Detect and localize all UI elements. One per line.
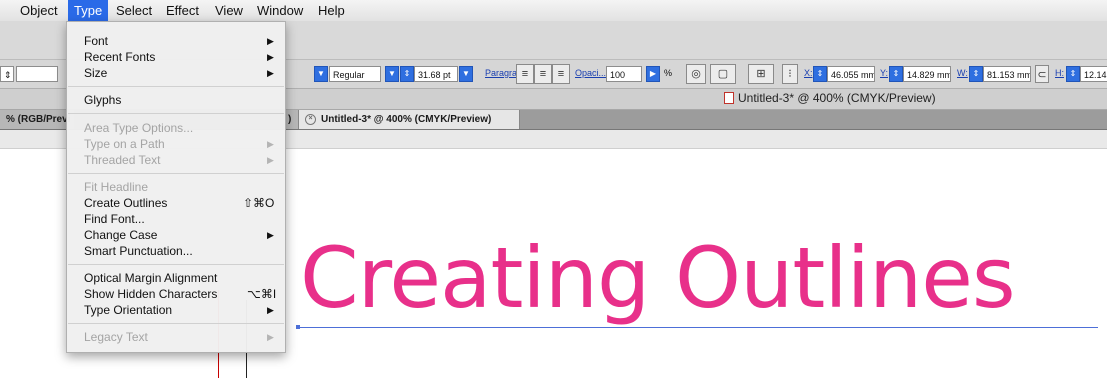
chevron-right-icon: ▶ <box>267 139 274 149</box>
menu-item-fit-headline: Fit Headline <box>84 180 149 194</box>
y-stepper[interactable]: ⇕ <box>889 66 903 82</box>
tab-hidden-document[interactable]: ) <box>286 110 298 129</box>
text-anchor-point[interactable] <box>296 325 300 329</box>
tab-untitled-3-label: Untitled-3* @ 400% (CMYK/Preview) <box>321 114 492 125</box>
font-style-dropdown-button[interactable]: ▼ <box>385 66 399 82</box>
document-file-icon <box>724 92 734 104</box>
menu-separator <box>68 113 284 114</box>
w-stepper[interactable]: ⇕ <box>969 66 983 82</box>
menu-separator <box>68 173 284 174</box>
type-menu-dropdown: Font ▶ Recent Fonts ▶ Size ▶ Glyphs Area… <box>66 21 286 353</box>
menu-item-area-type-options: Area Type Options... <box>84 121 194 135</box>
control-left-field[interactable]: ⇕ <box>0 66 14 82</box>
align-center-icon[interactable]: ≡ <box>534 64 552 84</box>
y-field[interactable]: 14.829 mm <box>903 66 951 82</box>
h-stepper[interactable]: ⇕ <box>1066 66 1080 82</box>
envelope-warp-icon[interactable]: ▢ <box>710 64 736 84</box>
menu-item-threaded-text: Threaded Text <box>84 153 161 167</box>
x-label[interactable]: X: <box>804 68 813 78</box>
opacity-dropdown[interactable]: ▶ <box>646 66 660 82</box>
y-label[interactable]: Y: <box>880 68 888 78</box>
chevron-right-icon: ▶ <box>267 332 274 342</box>
menu-item-recent-fonts[interactable]: Recent Fonts <box>84 50 155 64</box>
menu-separator <box>68 264 284 265</box>
menu-item-change-case[interactable]: Change Case <box>84 228 157 242</box>
menu-help[interactable]: Help <box>312 0 351 21</box>
chevron-right-icon: ▶ <box>267 230 274 240</box>
menu-item-type-on-a-path: Type on a Path <box>84 137 165 151</box>
text-baseline <box>298 327 1098 328</box>
w-label[interactable]: W: <box>957 68 968 78</box>
align-left-icon[interactable]: ≡ <box>516 64 534 84</box>
x-field[interactable]: 46.055 mm <box>827 66 875 82</box>
headline-text[interactable]: Creating Outlines <box>300 228 1016 328</box>
menu-item-show-hidden-characters[interactable]: Show Hidden Characters <box>84 287 217 301</box>
menu-item-glyphs[interactable]: Glyphs <box>84 93 121 107</box>
w-field[interactable]: 81.153 mm <box>983 66 1031 82</box>
align-right-icon[interactable]: ≡ <box>552 64 570 84</box>
reference-point-icon[interactable]: ⊞ <box>748 64 774 84</box>
h-field[interactable]: 12.14 <box>1080 66 1107 82</box>
menu-item-smart-punctuation[interactable]: Smart Punctuation... <box>84 244 193 258</box>
menu-object[interactable]: Object <box>14 0 64 21</box>
opacity-unit: % <box>664 68 673 78</box>
menu-bar: Object Type Select Effect View Window He… <box>0 0 1107 22</box>
chevron-right-icon: ▶ <box>267 52 274 62</box>
menu-effect[interactable]: Effect <box>160 0 205 21</box>
opacity-panel-link[interactable]: Opaci... <box>575 68 606 78</box>
menu-separator <box>68 86 284 87</box>
menu-item-size[interactable]: Size <box>84 66 107 80</box>
menu-item-optical-margin-alignment[interactable]: Optical Margin Alignment <box>84 271 217 285</box>
font-size-dropdown[interactable]: ▼ <box>459 66 473 82</box>
control-left-field-2[interactable] <box>16 66 58 82</box>
tab-rgb-document[interactable]: % (RGB/Previ <box>0 110 74 129</box>
font-style-dropdown-arrow[interactable]: ▼ <box>314 66 328 82</box>
font-style-field[interactable]: Regular <box>329 66 381 82</box>
chevron-right-icon: ▶ <box>267 155 274 165</box>
menu-window[interactable]: Window <box>251 0 309 21</box>
chevron-right-icon: ▶ <box>267 36 274 46</box>
menu-type[interactable]: Type <box>68 0 109 21</box>
menu-item-find-font[interactable]: Find Font... <box>84 212 145 226</box>
transform-grid-icon[interactable]: ⁝ <box>782 64 798 84</box>
chevron-right-icon: ▶ <box>267 68 274 78</box>
show-hidden-characters-shortcut: ⌥⌘I <box>247 287 277 301</box>
constrain-link-icon[interactable]: ⊂ <box>1035 65 1049 83</box>
recolor-icon[interactable]: ◎ <box>686 64 706 84</box>
menu-item-type-orientation[interactable]: Type Orientation <box>84 303 172 317</box>
tab-untitled-3[interactable]: × Untitled-3* @ 400% (CMYK/Preview) <box>298 110 520 129</box>
h-label[interactable]: H: <box>1055 68 1064 78</box>
opacity-field[interactable]: 100 <box>606 66 642 82</box>
close-circle-icon[interactable]: × <box>305 114 316 125</box>
x-stepper[interactable]: ⇕ <box>813 66 827 82</box>
font-size-stepper[interactable]: ⇕ <box>400 66 414 82</box>
chevron-right-icon: ▶ <box>267 305 274 315</box>
menu-select[interactable]: Select <box>110 0 158 21</box>
create-outlines-shortcut: ⇧⌘O <box>243 196 275 210</box>
menu-item-font[interactable]: Font <box>84 34 108 48</box>
menu-separator <box>68 323 284 324</box>
menu-view[interactable]: View <box>209 0 249 21</box>
menu-item-create-outlines[interactable]: Create Outlines <box>84 196 167 210</box>
font-size-field[interactable]: 31.68 pt <box>414 66 458 82</box>
window-title: Untitled-3* @ 400% (CMYK/Preview) <box>738 91 936 105</box>
menu-item-legacy-text: Legacy Text <box>84 330 148 344</box>
